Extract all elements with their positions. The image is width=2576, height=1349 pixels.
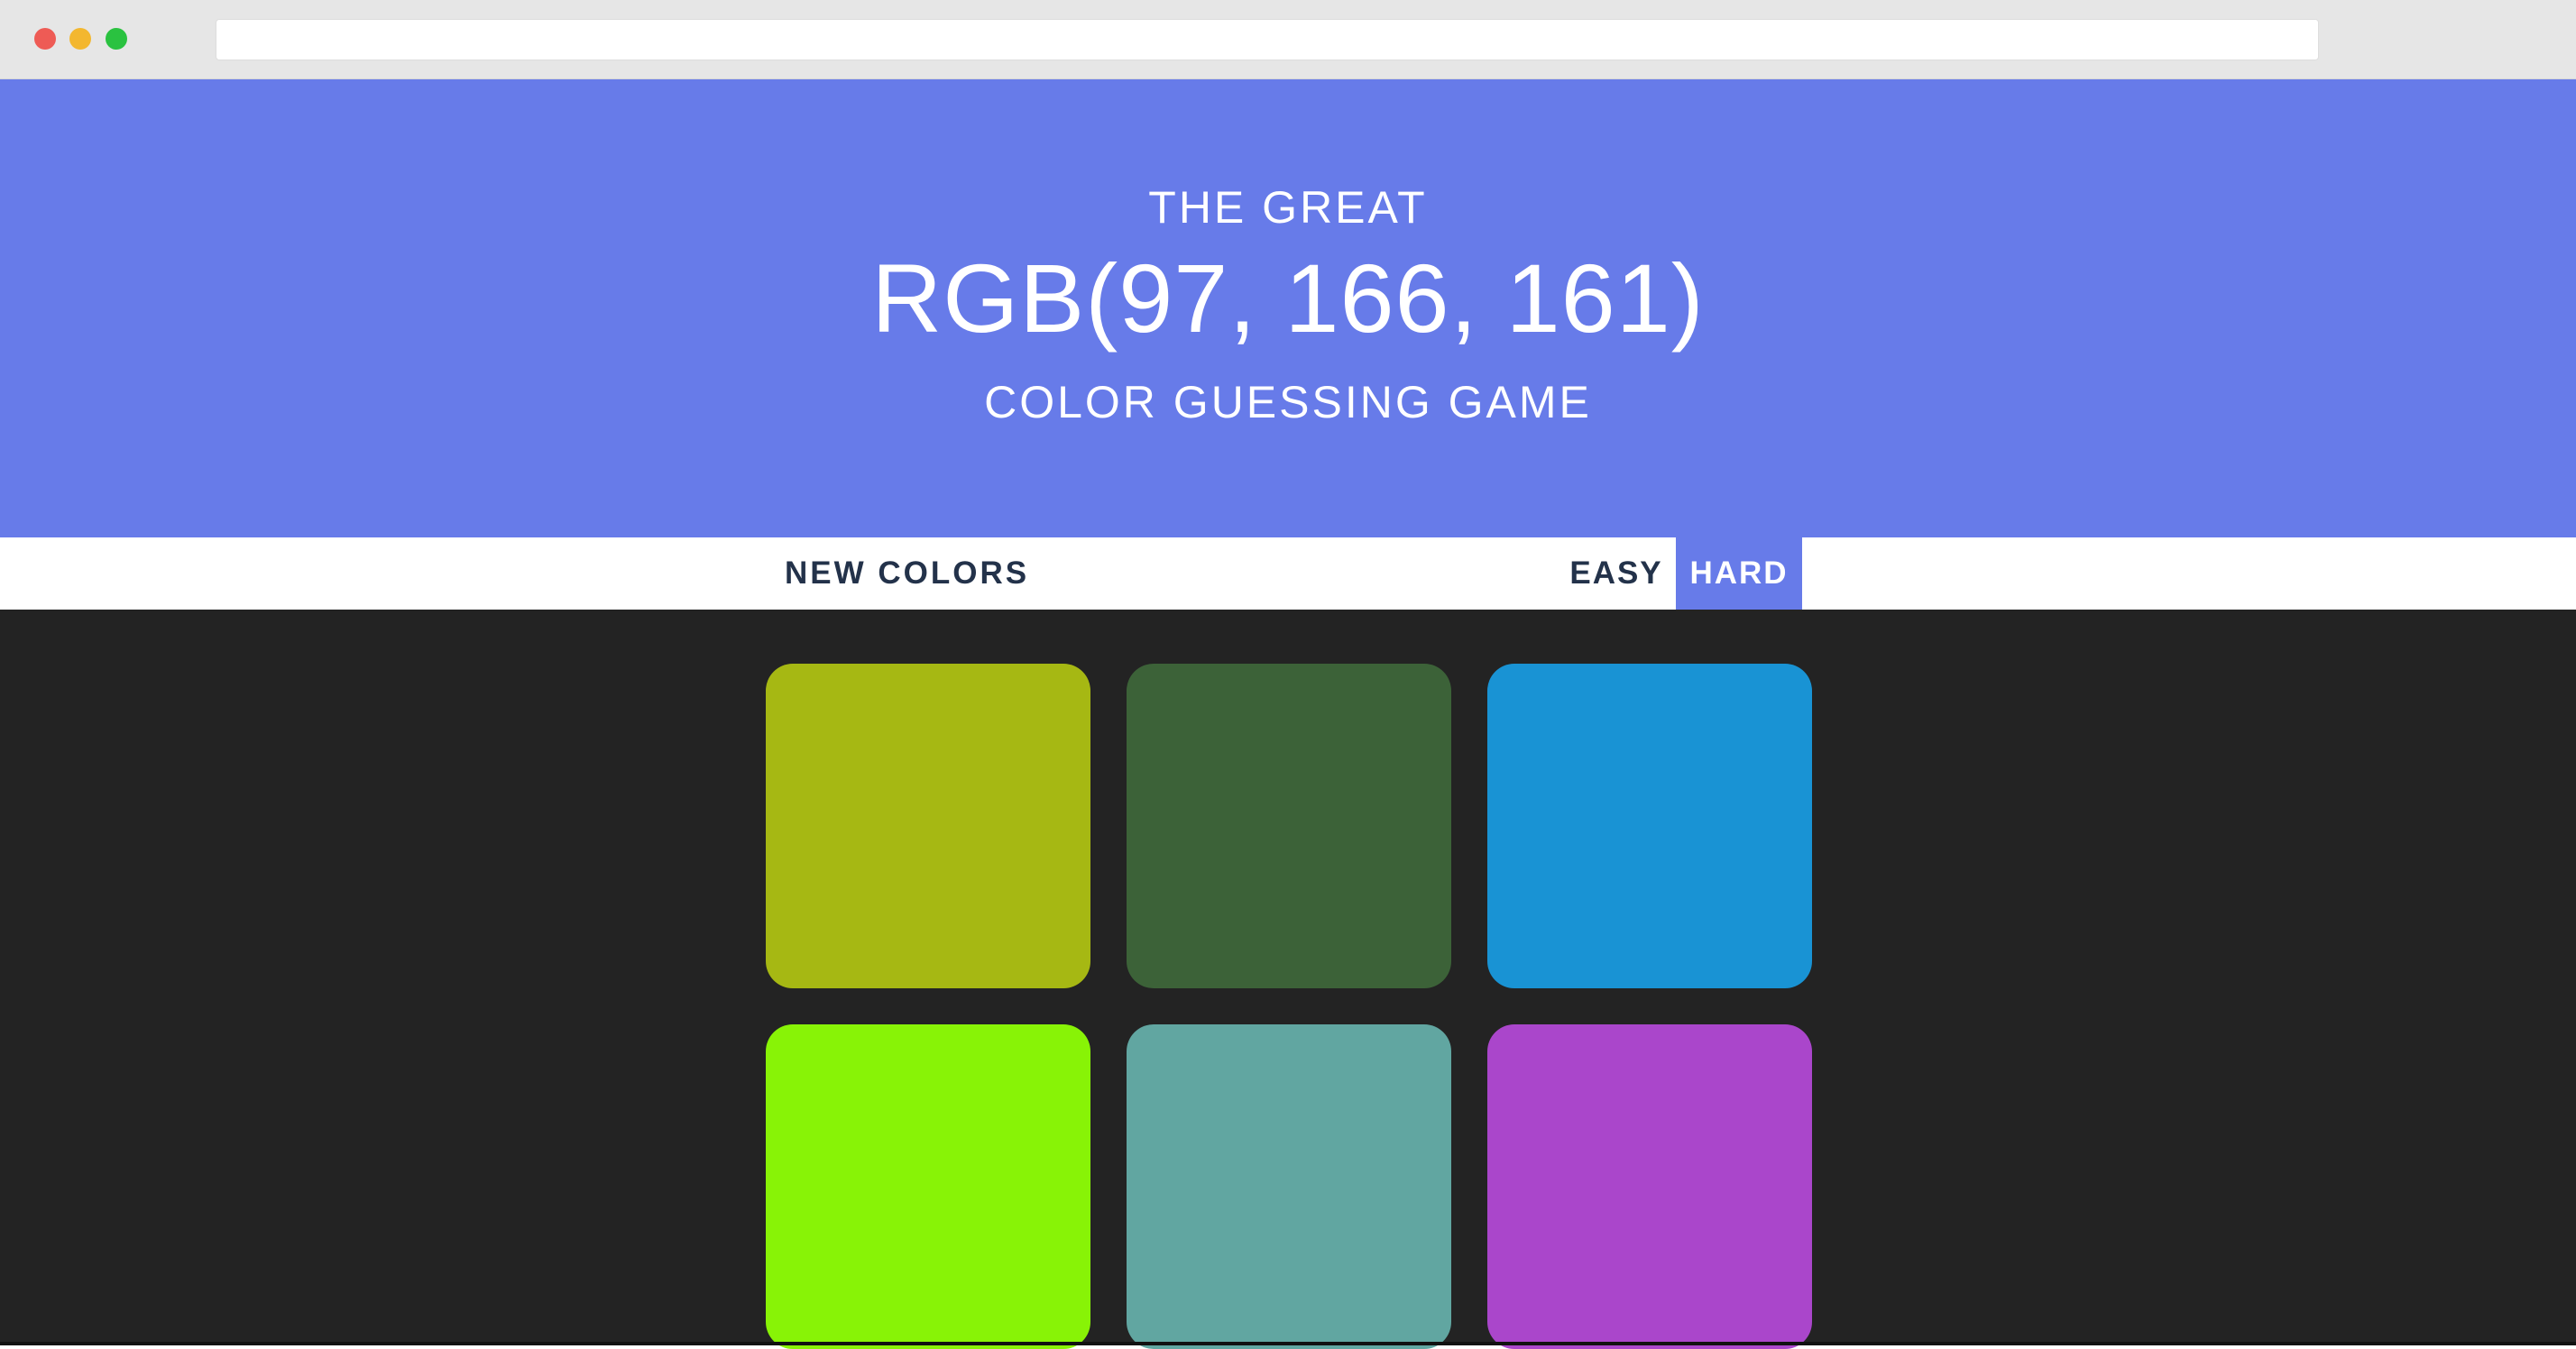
hard-mode-button[interactable]: HARD <box>1676 537 1802 610</box>
address-bar[interactable] <box>216 19 2319 60</box>
control-bar: NEW COLORS EASY HARD <box>0 537 2576 610</box>
close-window-button[interactable] <box>34 28 56 50</box>
color-square[interactable] <box>1127 1024 1451 1349</box>
color-square[interactable] <box>1127 664 1451 988</box>
game-header: THE GREAT RGB(97, 166, 161) COLOR GUESSI… <box>0 79 2576 537</box>
color-square[interactable] <box>766 1024 1090 1349</box>
target-color-display: RGB(97, 166, 161) <box>871 243 1705 353</box>
color-square[interactable] <box>766 664 1090 988</box>
new-colors-button[interactable]: NEW COLORS <box>763 537 1051 610</box>
title-line-3: COLOR GUESSING GAME <box>984 377 1592 427</box>
color-grid <box>0 610 2576 1349</box>
window-bottom-edge <box>0 1342 2576 1345</box>
browser-chrome <box>0 0 2576 79</box>
color-square[interactable] <box>1487 664 1812 988</box>
color-square[interactable] <box>1487 1024 1812 1349</box>
title-line-1: THE GREAT <box>1148 182 1428 233</box>
minimize-window-button[interactable] <box>69 28 91 50</box>
easy-mode-button[interactable]: EASY <box>1557 537 1676 610</box>
maximize-window-button[interactable] <box>106 28 127 50</box>
